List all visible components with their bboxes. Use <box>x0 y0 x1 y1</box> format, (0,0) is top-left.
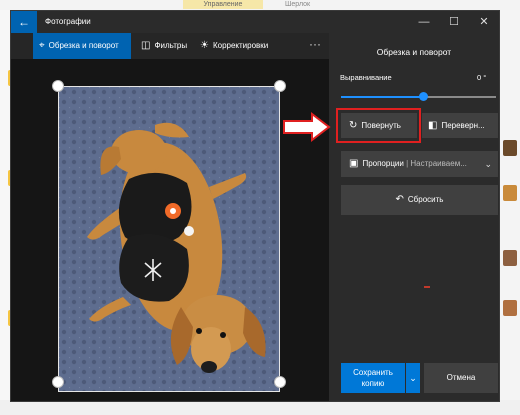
back-button[interactable]: ← <box>11 11 37 33</box>
cancel-button[interactable]: Отмена <box>424 363 498 393</box>
maximize-button[interactable]: ☐ <box>439 11 469 33</box>
tab-filters[interactable]: ◫ Фильтры <box>135 33 193 59</box>
background-tab-manage: Управление <box>183 0 263 9</box>
thumbnail-image <box>503 300 517 316</box>
annotation-arrow-icon <box>283 112 331 142</box>
crop-handle-top-left[interactable] <box>52 80 64 92</box>
flip-icon: ◧ <box>428 120 438 131</box>
flip-button[interactable]: ◧ Переверн... <box>422 113 498 138</box>
aspect-ratio-icon: ▣ <box>349 158 359 169</box>
crop-handle-top-right[interactable] <box>274 80 286 92</box>
app-title: Фотографии <box>45 17 91 26</box>
background-thumbnails <box>500 10 520 415</box>
aspect-ratio-value: Настраиваем... <box>410 159 467 168</box>
thumbnail-image <box>503 185 517 201</box>
close-button[interactable]: ✕ <box>469 11 499 33</box>
tab-crop-rotate[interactable]: ⌖ Обрезка и поворот <box>33 33 131 59</box>
photo-image[interactable] <box>58 86 280 392</box>
crop-handle-bottom-right[interactable] <box>274 376 286 388</box>
filter-icon: ◫ <box>141 40 151 51</box>
sun-icon: ☀ <box>200 40 209 51</box>
alignment-slider-thumb[interactable] <box>419 92 428 101</box>
tab-adjustments[interactable]: ☀ Корректировки <box>194 33 274 59</box>
save-options-dropdown[interactable]: ⌄ <box>406 363 420 393</box>
thumbnail-image <box>503 140 517 156</box>
alignment-slider-fill <box>341 96 426 98</box>
reset-button[interactable]: ↶ Сбросить <box>341 185 498 215</box>
background-tab-sherlock: Шерлок <box>285 1 311 8</box>
chevron-down-icon: ⌄ <box>484 159 492 169</box>
red-mark <box>424 286 430 288</box>
thumbnail-image <box>503 250 517 266</box>
chevron-down-icon: ⌄ <box>409 373 417 383</box>
crop-icon: ⌖ <box>39 40 45 51</box>
more-options-button[interactable]: ··· <box>303 33 327 59</box>
crop-rotate-panel <box>329 33 499 401</box>
dog-photo-illustration <box>59 87 279 391</box>
minimize-button[interactable]: — <box>409 11 439 33</box>
panel-title: Обрезка и поворот <box>376 47 452 57</box>
crop-handle-bottom-left[interactable] <box>52 376 64 388</box>
photos-window: ← Фотографии — ☐ ✕ ⌖ Обрезка и поворот ◫ Ф… <box>10 10 500 402</box>
save-copy-button[interactable]: Сохранить копию <box>341 363 405 393</box>
alignment-label: Выравнивание <box>340 73 392 82</box>
aspect-ratio-dropdown[interactable]: ▣ Пропорции | Настраиваем... ⌄ <box>341 151 498 177</box>
alignment-value: 0 ° <box>477 73 487 82</box>
undo-icon: ↶ <box>395 194 404 205</box>
background-statusbar <box>0 400 520 415</box>
back-arrow-icon: ← <box>18 15 30 29</box>
annotation-highlight-box <box>336 108 421 143</box>
